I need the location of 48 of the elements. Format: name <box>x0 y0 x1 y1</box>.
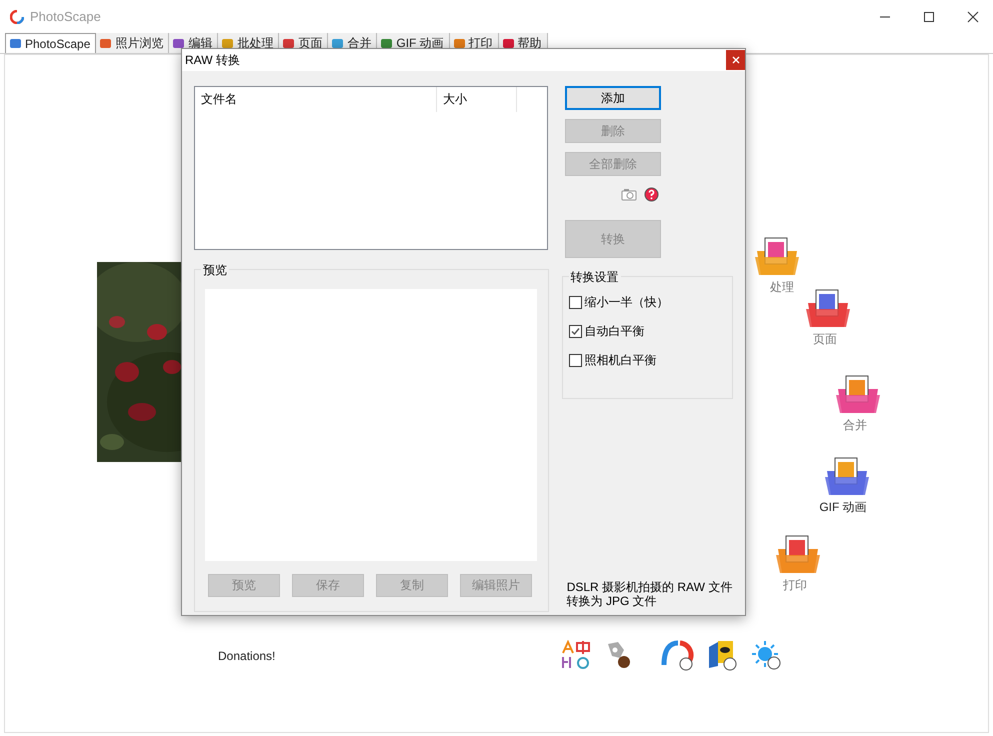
camera-icon[interactable] <box>621 188 638 200</box>
checkbox[interactable] <box>568 354 582 367</box>
tab-icon <box>282 36 296 50</box>
checkbox[interactable] <box>568 325 582 338</box>
app-logo-icon <box>10 10 24 24</box>
window-title: PhotoScape <box>30 9 101 24</box>
tab-icon <box>9 37 22 50</box>
description-text: DSLR 摄影机拍摄的 RAW 文件转换为 JPG 文件 <box>566 580 733 608</box>
logo-icon[interactable] <box>660 639 694 671</box>
dialog-title: RAW 转换 <box>185 52 240 68</box>
checkbox-label[interactable]: 照相机白平衡 <box>584 352 657 369</box>
home-item-label[interactable]: GIF 动画 <box>819 499 867 516</box>
language-icon[interactable] <box>560 640 592 670</box>
tab[interactable]: 照片浏览 <box>96 33 170 53</box>
group-label: 预览 <box>201 262 229 279</box>
maximize-icon[interactable] <box>923 10 935 22</box>
tab-icon <box>331 36 344 50</box>
home-item-label[interactable]: 打印 <box>783 577 807 594</box>
checkbox-label[interactable]: 自动白平衡 <box>584 323 645 340</box>
tab-icon <box>380 36 394 50</box>
column-header[interactable]: 文件名 <box>195 87 437 112</box>
help-icon[interactable] <box>644 186 659 202</box>
sun-icon[interactable] <box>750 639 782 671</box>
folder-icon[interactable] <box>804 287 852 329</box>
tab-icon <box>99 36 112 50</box>
folder-icon[interactable] <box>753 235 801 277</box>
column-header[interactable]: 大小 <box>437 87 517 112</box>
tab-icon <box>172 36 186 50</box>
home-item-label[interactable]: 页面 <box>813 331 837 348</box>
eye-icon[interactable] <box>706 639 738 671</box>
tab-icon <box>502 36 515 50</box>
checkbox-label[interactable]: 缩小一半（快） <box>584 294 669 311</box>
close-button[interactable] <box>726 50 745 70</box>
file-list[interactable]: 文件名 大小 <box>194 86 548 250</box>
tab-icon <box>221 36 234 50</box>
tab-icon <box>452 36 466 50</box>
checkbox[interactable] <box>568 296 582 309</box>
folder-icon[interactable] <box>822 455 870 497</box>
tab[interactable]: PhotoScape <box>5 33 96 53</box>
dialog-button[interactable]: 添加 <box>565 86 661 110</box>
folder-icon[interactable] <box>774 533 822 575</box>
donations-link[interactable]: Donations! <box>218 649 276 663</box>
group-label: 转换设置 <box>568 269 621 286</box>
folder-icon[interactable] <box>834 373 882 415</box>
home-item-label[interactable]: 合并 <box>843 417 867 434</box>
close-icon <box>732 56 740 64</box>
home-item-label[interactable]: 处理 <box>770 279 794 296</box>
close-icon[interactable] <box>967 10 979 22</box>
